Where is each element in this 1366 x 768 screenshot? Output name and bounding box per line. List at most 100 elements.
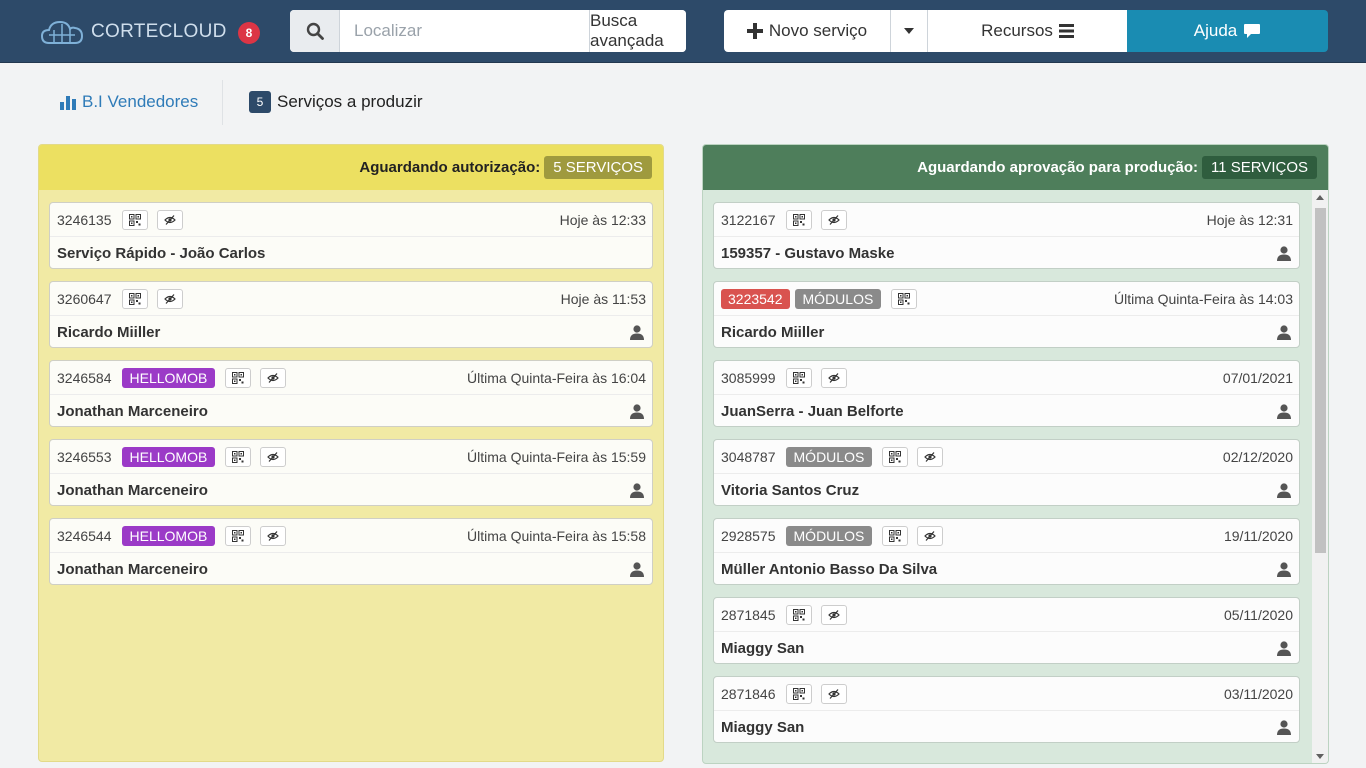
help-button[interactable]: Ajuda	[1127, 10, 1328, 52]
client-name[interactable]: Ricardo Miiller	[721, 324, 824, 341]
card-header: 2871845 05/11/2020	[714, 598, 1299, 632]
qrcode-button[interactable]	[882, 446, 909, 467]
card-header: 3246553 HELLOMOB Última Quinta-Feira às 15…	[50, 440, 652, 474]
qrcode-button[interactable]	[785, 209, 812, 230]
hide-button[interactable]	[156, 209, 183, 230]
service-timestamp: Última Quinta-Feira às 14:03	[1114, 290, 1293, 307]
service-id[interactable]: 3085999	[721, 370, 776, 386]
service-card[interactable]: 3246544 HELLOMOB Última Quinta-Feira às 15…	[49, 518, 653, 585]
service-id[interactable]: 3260647	[57, 291, 112, 307]
service-timestamp: 19/11/2020	[1223, 527, 1293, 544]
search-input[interactable]	[340, 10, 589, 52]
search-button[interactable]	[290, 10, 340, 52]
qrcode-icon	[792, 213, 805, 226]
scroll-down-arrow[interactable]	[1316, 754, 1324, 759]
qrcode-icon	[898, 292, 911, 305]
service-card[interactable]: 3223542 MÓDULOS Última Quinta-Feira às 14:…	[713, 281, 1300, 348]
service-id[interactable]: 3122167	[721, 212, 776, 228]
hide-button[interactable]	[820, 367, 847, 388]
brand-logo[interactable]: CORTECLOUD	[41, 18, 227, 46]
hide-button[interactable]	[917, 446, 944, 467]
client-name[interactable]: Jonathan Marceneiro	[57, 482, 208, 499]
service-card[interactable]: 2871845 05/11/2020 Miaggy San	[713, 597, 1300, 664]
client-name[interactable]: Miaggy San	[721, 640, 804, 657]
resources-button[interactable]: Recursos	[927, 10, 1127, 52]
services-to-produce-label: Serviços a produzir	[277, 92, 423, 111]
qrcode-button[interactable]	[121, 209, 148, 230]
client-name[interactable]: 159357 - Gustavo Maske	[721, 245, 894, 262]
brand-name: CORTECLOUD	[91, 21, 227, 42]
hide-button[interactable]	[917, 525, 944, 546]
hide-button[interactable]	[820, 209, 847, 230]
hide-button[interactable]	[260, 367, 287, 388]
service-id[interactable]: 3246135	[57, 212, 112, 228]
column-title: Aguardando autorização:	[359, 159, 541, 176]
service-card[interactable]: 3246553 HELLOMOB Última Quinta-Feira às 15…	[49, 439, 653, 506]
qrcode-button[interactable]	[785, 367, 812, 388]
qrcode-button[interactable]	[225, 525, 252, 546]
qrcode-button[interactable]	[785, 683, 812, 704]
service-id[interactable]: 2871846	[721, 686, 776, 702]
service-id[interactable]: 3246584	[57, 370, 112, 386]
eye-slash-icon	[827, 688, 840, 699]
client-name[interactable]: Jonathan Marceneiro	[57, 403, 208, 420]
service-card[interactable]: 3122167 Hoje às 12:31 159357 - Gustavo Mas…	[713, 202, 1300, 269]
user-icon	[1277, 482, 1291, 498]
qrcode-button[interactable]	[882, 525, 909, 546]
hide-button[interactable]	[260, 446, 287, 467]
client-name[interactable]: Müller Antonio Basso Da Silva	[721, 561, 937, 578]
advanced-search-button[interactable]: Busca avançada	[589, 10, 686, 52]
client-name[interactable]: Ricardo Miiller	[57, 324, 160, 341]
client-name[interactable]: Miaggy San	[721, 719, 804, 736]
service-card[interactable]: 2928575 MÓDULOS 19/11/2020 Müller Antonio B…	[713, 518, 1300, 585]
service-id[interactable]: 3246553	[57, 449, 112, 465]
user-icon	[630, 561, 644, 577]
service-card[interactable]: 3246135 Hoje às 12:33 Serviço Rápido - Joã…	[49, 202, 653, 269]
column-count-badge: 11 SERVIÇOS	[1202, 156, 1317, 179]
service-tag-badge: HELLOMOB	[121, 525, 216, 546]
client-name[interactable]: Jonathan Marceneiro	[57, 561, 208, 578]
bi-sellers-link[interactable]: B.I Vendedores	[60, 90, 198, 114]
service-id[interactable]: 3048787	[721, 449, 776, 465]
card-header: 3260647 Hoje às 11:53	[50, 282, 652, 316]
qrcode-button[interactable]	[225, 446, 252, 467]
column-scrollbar[interactable]	[1312, 190, 1328, 763]
card-header: 3048787 MÓDULOS 02/12/2020	[714, 440, 1299, 474]
service-id[interactable]: 2871845	[721, 607, 776, 623]
new-service-dropdown-toggle[interactable]	[890, 10, 927, 52]
card-body: Ricardo Miiller	[714, 316, 1299, 348]
scroll-thumb[interactable]	[1315, 208, 1326, 553]
service-card[interactable]: 3246584 HELLOMOB Última Quinta-Feira às 16…	[49, 360, 653, 427]
service-card[interactable]: 3085999 07/01/2021 JuanSerra - Juan Belfor…	[713, 360, 1300, 427]
top-navbar: CORTECLOUD 8 Busca avançada Novo serviço…	[0, 0, 1366, 63]
hide-button[interactable]	[820, 604, 847, 625]
hide-button[interactable]	[260, 525, 287, 546]
user-icon	[630, 403, 644, 419]
qrcode-button[interactable]	[891, 288, 918, 309]
client-name[interactable]: Vitoria Santos Cruz	[721, 482, 859, 499]
service-card[interactable]: 3048787 MÓDULOS 02/12/2020 Vitoria Santos C…	[713, 439, 1300, 506]
new-service-button[interactable]: Novo serviço	[724, 10, 890, 52]
qrcode-button[interactable]	[225, 367, 252, 388]
services-to-produce-tab[interactable]: 5 Serviços a produzir	[249, 90, 423, 114]
column-count-badge: 5 SERVIÇOS	[544, 156, 652, 179]
eye-slash-icon	[163, 293, 176, 304]
hide-button[interactable]	[820, 683, 847, 704]
qrcode-icon	[128, 292, 141, 305]
client-name[interactable]: Serviço Rápido - João Carlos	[57, 245, 265, 262]
qrcode-button[interactable]	[121, 288, 148, 309]
qrcode-button[interactable]	[785, 604, 812, 625]
service-id[interactable]: 3223542	[721, 288, 790, 309]
notification-badge[interactable]: 8	[238, 22, 260, 44]
service-timestamp: Hoje às 12:31	[1206, 211, 1293, 228]
service-tag-badge: MÓDULOS	[785, 446, 873, 467]
service-card[interactable]: 2871846 03/11/2020 Miaggy San	[713, 676, 1300, 743]
hide-button[interactable]	[156, 288, 183, 309]
client-name[interactable]: JuanSerra - Juan Belforte	[721, 403, 904, 420]
service-id[interactable]: 3246544	[57, 528, 112, 544]
service-card[interactable]: 3260647 Hoje às 11:53 Ricardo Miiller	[49, 281, 653, 348]
column-awaiting-authorization: Aguardando autorização: 5 SERVIÇOS 32461…	[38, 144, 664, 762]
service-id[interactable]: 2928575	[721, 528, 776, 544]
card-header: 3223542 MÓDULOS Última Quinta-Feira às 14:…	[714, 282, 1299, 316]
scroll-up-arrow[interactable]	[1316, 195, 1324, 200]
